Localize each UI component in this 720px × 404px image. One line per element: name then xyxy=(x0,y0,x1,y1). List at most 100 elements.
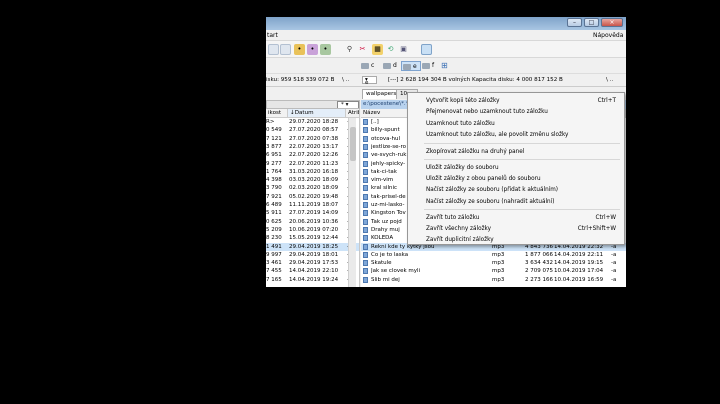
menu-item-label: Zavřít duplicitní záložky xyxy=(426,237,494,243)
date-cell: 14.04.2019 19:24 xyxy=(289,276,339,283)
size-cell: 6 489 xyxy=(266,202,282,208)
size-cell: 5 911 xyxy=(266,210,282,217)
table-row[interactable]: 9 99729.04.2019 18:01-a xyxy=(266,251,359,259)
menu-item[interactable]: Uložit záložky z obou panelů do souboru xyxy=(408,174,624,185)
title-bar[interactable]: – □ × xyxy=(266,17,626,30)
file-icon xyxy=(363,119,368,125)
table-row[interactable]: 7 12127.07.2020 07:38-a xyxy=(266,135,359,143)
menu-item[interactable]: Zavřít duplicitní záložky xyxy=(408,235,624,246)
table-row[interactable]: Slib mi dej mp3 2 273 166 10.04.2019 16:59-… xyxy=(361,276,626,284)
scrollbar-thumb[interactable] xyxy=(350,127,356,161)
list-view-icon[interactable] xyxy=(268,44,279,55)
left-filter-combo[interactable]: * ▾ xyxy=(337,101,359,108)
col-date-header[interactable]: ↓Datum xyxy=(288,109,346,118)
multi-rename-icon[interactable]: ▦ xyxy=(372,44,383,55)
table-row[interactable]: 1 76431.03.2020 16:18-a xyxy=(266,168,359,176)
left-root-nav[interactable]: \ .. xyxy=(342,77,349,83)
size-cell: 1 764 xyxy=(266,168,282,175)
sync-icon[interactable]: ⟲ xyxy=(385,44,396,55)
table-row[interactable]: 3 46129.04.2019 17:53-a xyxy=(266,259,359,267)
tab-context-menu: Vytvořit kopii této záložky Ctrl+T Přejmen… xyxy=(407,92,625,245)
right-drive-combo[interactable]: e ▾ xyxy=(362,76,377,86)
size-cell: 3 461 xyxy=(266,260,282,267)
close-button[interactable]: × xyxy=(601,18,623,27)
ext-cell: mp3 xyxy=(492,276,505,283)
menu-item[interactable]: Načíst záložky ze souboru (nahradit aktu… xyxy=(408,197,624,208)
table-row[interactable]: 3 79002.03.2020 18:09-a xyxy=(266,184,359,192)
table-row[interactable]: 3 87722.07.2020 13:17-a xyxy=(266,143,359,151)
table-row[interactable]: 8 23015.05.2019 12:44-a xyxy=(266,234,359,242)
menu-item-label: Vytvořit kopii této záložky xyxy=(426,98,500,104)
date-cell: 03.03.2020 18:09 xyxy=(289,177,339,184)
file-icon xyxy=(363,260,368,267)
table-row[interactable]: 4 39803.03.2020 18:09-a xyxy=(266,176,359,184)
drive-f[interactable]: f xyxy=(421,61,434,71)
size-cell: 8 230 xyxy=(266,235,282,242)
menu-start[interactable]: tart xyxy=(267,32,278,39)
name-cell: Co je to laska xyxy=(371,251,409,258)
ftp-icon[interactable]: • xyxy=(294,44,305,55)
table-row[interactable]: Jak se clovek myli mp3 2 709 075 10.04.2019… xyxy=(361,267,626,275)
date-cell: 10.04.2019 16:59 xyxy=(554,276,604,283)
menu-item[interactable]: Přejmenovat nebo uzamknout tuto záložku xyxy=(408,107,624,118)
menu-item[interactable]: Načíst záložky ze souboru (přidat k aktu… xyxy=(408,185,624,196)
url-icon[interactable]: • xyxy=(307,44,318,55)
menu-item[interactable]: Uložit záložky do souboru xyxy=(408,163,624,174)
left-path-bar[interactable]: * ▾ xyxy=(266,100,360,109)
menu-item[interactable]: Zkopírovat záložku na druhý panel xyxy=(408,147,624,158)
maximize-button[interactable]: □ xyxy=(584,18,599,27)
file-icon xyxy=(363,276,368,283)
drive-d[interactable]: d xyxy=(382,61,397,71)
left-disk-info: isku: 959 518 339 072 B xyxy=(266,77,335,83)
table-row[interactable]: Skatule mp3 3 634 432 14.04.2019 19:15 -a xyxy=(361,259,626,267)
table-row[interactable]: 7 92105.02.2020 19:48-a xyxy=(266,193,359,201)
table-row[interactable]: 5 91127.07.2019 14:09-a xyxy=(266,209,359,217)
size-cell: 0 549 xyxy=(266,127,282,134)
pack-icon[interactable]: • xyxy=(320,44,331,55)
search-icon[interactable]: ⚲ xyxy=(344,44,355,55)
table-row[interactable]: 0 54927.07.2020 08:57-a xyxy=(266,126,359,134)
attr-cell: -a xyxy=(611,251,617,258)
left-scrollbar[interactable] xyxy=(348,118,356,287)
network-icon[interactable]: ⊞ xyxy=(441,61,448,70)
size-cell: 7 921 xyxy=(266,193,282,200)
table-row[interactable]: 5 20910.06.2019 07:20-a xyxy=(266,226,359,234)
size-cell: 3 634 432 xyxy=(525,260,553,267)
menu-item[interactable]: Uzamknout tuto záložku xyxy=(408,119,624,130)
right-disk-info: [---] 2 628 194 304 B volných Kapacita d… xyxy=(388,77,563,83)
col-attr-header[interactable]: Atrib xyxy=(346,109,359,118)
menu-item[interactable]: Vytvořit kopii této záložky Ctrl+T xyxy=(408,96,624,107)
table-row[interactable]: 9 27722.07.2020 11:23-a xyxy=(266,160,359,168)
left-file-panel[interactable]: ikost ↓Datum Atrib R>29.07.2020 18:28—0 … xyxy=(266,109,360,287)
table-row[interactable]: 1 49129.04.2019 18:25-a xyxy=(266,242,359,251)
ext-cell: mp3 xyxy=(492,251,505,258)
minimize-button[interactable]: – xyxy=(567,18,582,27)
menu-item[interactable]: Zavřít všechny záložky Ctrl+Shift+W xyxy=(408,224,624,235)
tab-wallpapers[interactable]: wallpapers xyxy=(362,89,401,99)
menu-help[interactable]: Nápověda xyxy=(593,32,623,39)
date-cell: 10.06.2019 07:20 xyxy=(289,226,339,233)
table-row[interactable]: R>29.07.2020 18:28— xyxy=(266,118,359,126)
table-row[interactable]: Co je to laska mp3 1 877 066 14.04.2019 22:… xyxy=(361,251,626,259)
attr-cell: -a xyxy=(611,268,617,275)
col-size-header[interactable]: ikost xyxy=(266,109,288,118)
brief-view-icon[interactable] xyxy=(280,44,291,55)
scissors-icon[interactable]: ✂ xyxy=(357,44,368,55)
size-cell: 9 277 xyxy=(266,160,282,167)
drive-c[interactable]: c xyxy=(360,61,374,71)
menu-item-label: Uložit záložky do souboru xyxy=(426,165,499,171)
table-row[interactable]: 7 45514.04.2019 22:10-a xyxy=(266,267,359,275)
table-row[interactable]: 6 48911.11.2019 18:07-a xyxy=(266,201,359,209)
table-row[interactable]: 0 62520.06.2019 10:36-a xyxy=(266,218,359,226)
menu-item[interactable]: Uzamknout tuto záložku, ale povolit změn… xyxy=(408,130,624,141)
right-root-nav[interactable]: \ .. xyxy=(606,77,613,83)
date-cell: 27.07.2020 07:38 xyxy=(289,135,339,142)
drive-e[interactable]: e xyxy=(401,61,421,71)
table-row[interactable]: 6 95122.07.2020 12:26-a xyxy=(266,151,359,159)
date-cell: 29.04.2019 18:25 xyxy=(289,243,339,250)
compare-icon[interactable]: ▣ xyxy=(398,44,409,55)
notepad-icon[interactable] xyxy=(421,44,432,55)
table-row[interactable]: 7 16514.04.2019 19:24-a xyxy=(266,276,359,284)
menu-item[interactable]: Zavřít tuto záložku Ctrl+W xyxy=(408,213,624,224)
menu-separator xyxy=(424,159,620,160)
